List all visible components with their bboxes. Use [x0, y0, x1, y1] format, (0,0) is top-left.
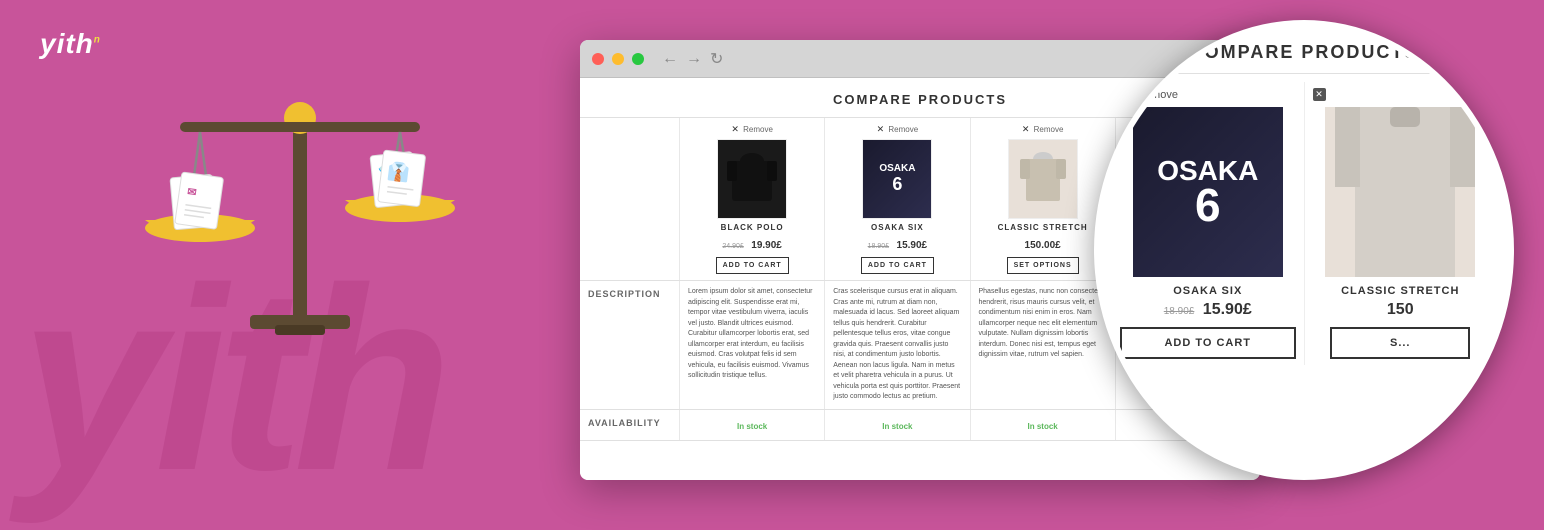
magnify-classic-price-wrap: 150 [1313, 301, 1489, 319]
magnify-osaka-name: OSAKA SIX [1120, 285, 1296, 297]
osaka-shirt-large: OSAKA 6 [1133, 107, 1283, 277]
availability-label: AVAILABILITY [580, 410, 680, 440]
magnify-x-classic: ✕ [1313, 88, 1326, 101]
osaka-name: OSAKA SIX [833, 223, 961, 232]
product-col-osaka: ✕ Remove OSAKA 6 OSAKA SIX 18.90£ 15.90£… [825, 118, 970, 280]
add-to-cart-black-polo[interactable]: ADD TO CART [716, 257, 789, 274]
magnify-classic-price-new: 150 [1387, 301, 1414, 318]
magnify-osaka-image: OSAKA 6 [1133, 107, 1283, 277]
magnify-classic-name: CLASSIC STRETCH [1313, 285, 1489, 297]
black-polo-price: 24.90£ 19.90£ [688, 235, 816, 253]
browser-dot-yellow[interactable] [612, 53, 624, 65]
browser-dot-red[interactable] [592, 53, 604, 65]
remove-osaka[interactable]: ✕ Remove [833, 124, 961, 135]
classic-image [1008, 139, 1078, 219]
desc-classic-text: Phasellus egestas, nunc non consectetur … [979, 287, 1107, 361]
magnify-classic-col: ✕ CLASSIC STRETCH [1305, 82, 1497, 365]
magnify-classic-image [1325, 107, 1475, 277]
avail-black-polo: In stock [680, 410, 825, 440]
yith-logo: yithn [40, 28, 101, 60]
svg-text:👔: 👔 [386, 160, 411, 184]
osaka-price-new: 15.90£ [897, 240, 928, 251]
classic-name: CLASSIC STRETCH [979, 223, 1107, 232]
product-col-black-polo: ✕ Remove BLACK POLO 24.90£ 1 [680, 118, 825, 280]
desc-osaka-text: Cras scelerisque cursus erat in aliquam.… [833, 287, 961, 403]
description-label: DESCRIPTION [580, 281, 680, 409]
avail-classic: In stock [971, 410, 1116, 440]
add-to-cart-osaka[interactable]: ADD TO CART [861, 257, 934, 274]
osaka-img: OSAKA 6 [863, 140, 931, 218]
avail-classic-status: In stock [1028, 422, 1058, 431]
magnify-osaka-price-old: 18.90£ [1164, 306, 1195, 317]
remove-classic[interactable]: ✕ Remove [979, 124, 1107, 135]
browser-dot-green[interactable] [632, 53, 644, 65]
magnify-osaka-price-new: 15.90£ [1203, 301, 1252, 318]
magnify-osaka-col: ✕ Remove OSAKA 6 OSAKA SIX 18.90£ [1112, 82, 1305, 365]
magnify-remove-osaka[interactable]: ✕ Remove [1120, 88, 1296, 101]
black-polo-price-old: 24.90£ [722, 243, 743, 250]
classic-img [1009, 140, 1077, 218]
remove-black-polo[interactable]: ✕ Remove [688, 124, 816, 135]
magnify-inner: COMPARE PRODUCTS ✕ Remove OSAKA 6 [1100, 26, 1508, 381]
magnify-content: COMPARE PRODUCTS ✕ Remove OSAKA 6 [1100, 26, 1508, 474]
svg-text:✉: ✉ [186, 186, 197, 199]
magnify-circle: COMPARE PRODUCTS ✕ Remove OSAKA 6 [1094, 20, 1514, 480]
logo-text: yith [40, 28, 94, 59]
magnify-x-osaka: ✕ [1120, 88, 1133, 101]
add-to-cart-osaka-magnified[interactable]: ADD TO CART [1120, 327, 1296, 359]
classic-price: 150.00£ [979, 235, 1107, 253]
back-button[interactable]: ← [662, 50, 678, 68]
classic-shirt-large [1325, 107, 1475, 277]
magnify-osaka-price-wrap: 18.90£ 15.90£ [1120, 301, 1296, 319]
logo-dot: n [94, 35, 101, 46]
osaka-price-old: 18.90£ [868, 243, 889, 250]
osaka-price: 18.90£ 15.90£ [833, 235, 961, 253]
magnify-title: COMPARE PRODUCTS [1112, 42, 1496, 74]
magnify-remove-classic[interactable]: ✕ [1313, 88, 1489, 101]
desc-classic: Phasellus egestas, nunc non consectetur … [971, 281, 1116, 409]
black-polo-image [717, 139, 787, 219]
magnify-products-row: ✕ Remove OSAKA 6 OSAKA SIX 18.90£ [1112, 82, 1496, 365]
desc-black-polo: Lorem ipsum dolor sit amet, consectetur … [680, 281, 825, 409]
avail-black-polo-status: In stock [737, 422, 767, 431]
products-label-col [580, 118, 680, 280]
set-options-classic-magnified[interactable]: S... [1330, 327, 1470, 359]
refresh-button[interactable]: ↻ [710, 49, 723, 69]
set-options-classic[interactable]: SET OPTIONS [1007, 257, 1079, 274]
black-polo-name: BLACK POLO [688, 223, 816, 232]
osaka-image: OSAKA 6 [862, 139, 932, 219]
avail-osaka-status: In stock [882, 422, 912, 431]
scale-svg: ✉ 👕 👔 [100, 60, 500, 420]
desc-osaka: Cras scelerisque cursus erat in aliquam.… [825, 281, 970, 409]
avail-osaka: In stock [825, 410, 970, 440]
magnify-remove-osaka-label: Remove [1137, 89, 1178, 101]
forward-button[interactable]: → [686, 50, 702, 68]
browser-nav: ← → ↻ [662, 49, 723, 69]
black-polo-price-new: 19.90£ [751, 240, 782, 251]
desc-black-polo-text: Lorem ipsum dolor sit amet, consectetur … [688, 287, 816, 382]
black-polo-img [718, 140, 786, 218]
scale-illustration: ✉ 👕 👔 [100, 60, 520, 460]
classic-price-new: 150.00£ [1025, 240, 1061, 251]
